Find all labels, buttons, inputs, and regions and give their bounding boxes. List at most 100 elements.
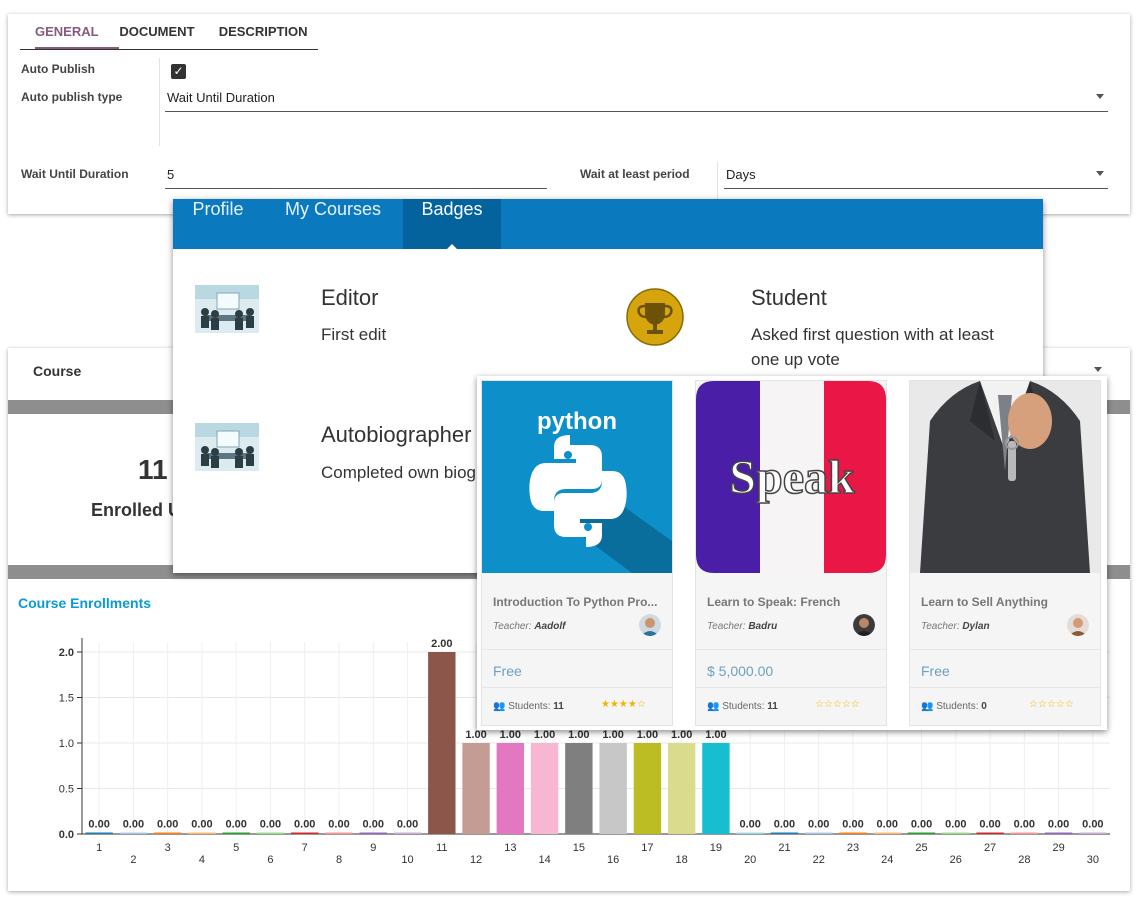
course-settings-panel: GENERAL DOCUMENT DESCRIPTION Auto Publis… bbox=[8, 14, 1130, 214]
students-count: 👥 Students: 0 bbox=[921, 701, 987, 712]
x-tick-label: 19 bbox=[710, 842, 722, 854]
chart-bar bbox=[1010, 832, 1039, 834]
rating-stars: ☆☆☆☆☆ bbox=[1029, 699, 1074, 710]
x-tick-label: 26 bbox=[950, 854, 962, 866]
bar-value-label: 0.00 bbox=[88, 819, 109, 831]
businessman-key bbox=[910, 381, 1100, 573]
bar-value-label: 1.00 bbox=[500, 729, 521, 741]
chevron-down-icon bbox=[1096, 94, 1104, 99]
teacher-info: Teacher: Badru bbox=[707, 621, 777, 632]
bar-value-label: 0.00 bbox=[294, 819, 315, 831]
chart-bar bbox=[942, 832, 970, 834]
chart-bar bbox=[325, 832, 353, 834]
chart-bar bbox=[188, 832, 216, 834]
teacher-info: Teacher: Dylan bbox=[921, 621, 990, 632]
students-value: 11 bbox=[767, 701, 778, 712]
chart-bar bbox=[805, 832, 833, 834]
x-tick-label: 17 bbox=[641, 842, 653, 854]
x-tick-label: 13 bbox=[504, 842, 516, 854]
badge-title: Autobiographer bbox=[321, 422, 472, 447]
x-tick-label: 12 bbox=[470, 854, 482, 866]
bar-value-label: 1.00 bbox=[465, 729, 486, 741]
bar-value-label: 0.00 bbox=[979, 819, 1000, 831]
profile-tabs: Profile My Courses Badges bbox=[173, 199, 1043, 250]
divider bbox=[910, 649, 1100, 650]
french-flag: Speak bbox=[696, 381, 886, 573]
bar-value-label: 0.00 bbox=[157, 819, 178, 831]
bar-value-label: 1.00 bbox=[602, 729, 623, 741]
bar-value-label: 1.00 bbox=[637, 729, 658, 741]
x-tick-label: 15 bbox=[573, 842, 585, 854]
bar-value-label: 0.00 bbox=[363, 819, 384, 831]
auto-publish-type-select[interactable]: Wait Until Duration bbox=[165, 88, 1108, 112]
teacher-name: Aadolf bbox=[534, 621, 566, 632]
meeting-icon bbox=[195, 285, 259, 333]
tab-document[interactable]: DOCUMENT bbox=[119, 20, 218, 49]
x-tick-label: 6 bbox=[267, 854, 273, 866]
tab-general[interactable]: GENERAL bbox=[35, 20, 120, 49]
bar-value-label: 0.00 bbox=[225, 819, 246, 831]
users-icon: 👥 bbox=[493, 701, 506, 712]
teacher-prefix: Teacher: bbox=[493, 621, 532, 632]
chart-bar bbox=[565, 743, 593, 834]
meeting-icon bbox=[195, 423, 259, 471]
chart-bar bbox=[907, 832, 936, 834]
bar-value-label: 0.00 bbox=[911, 819, 932, 831]
badge-description: Asked first question with at least bbox=[751, 325, 994, 344]
chart-bar bbox=[976, 832, 1004, 834]
wait-until-duration-input[interactable]: 5 bbox=[165, 165, 547, 189]
x-tick-label: 3 bbox=[165, 842, 171, 854]
bar-value-label: 0.00 bbox=[191, 819, 212, 831]
x-tick-label: 23 bbox=[847, 842, 859, 854]
chart-bar bbox=[291, 832, 319, 834]
auto-publish-type-label: Auto publish type bbox=[21, 90, 123, 104]
auto-publish-type-value: Wait Until Duration bbox=[167, 90, 275, 105]
course-card[interactable]: python Introduction To Python Pro... Tea… bbox=[481, 380, 673, 726]
course-card[interactable]: Learn to Sell Anything Teacher: Dylan Fr… bbox=[909, 380, 1101, 726]
x-tick-label: 18 bbox=[676, 854, 688, 866]
chart-bar bbox=[1079, 832, 1107, 834]
course-price: $ 5,000.00 bbox=[707, 663, 774, 679]
speak-image-label: Speak bbox=[729, 451, 855, 504]
chart-bar bbox=[633, 743, 662, 834]
chart-bar bbox=[222, 832, 250, 834]
y-tick-label: 1.5 bbox=[59, 693, 74, 705]
chart-bar bbox=[873, 832, 901, 834]
wait-period-select[interactable]: Days bbox=[724, 165, 1108, 189]
tab-profile[interactable]: Profile bbox=[173, 199, 263, 249]
tab-badges[interactable]: Badges bbox=[403, 199, 501, 250]
bar-value-label: 0.00 bbox=[1048, 819, 1069, 831]
chart-bar bbox=[770, 832, 799, 834]
bar-value-label: 0.00 bbox=[774, 819, 795, 831]
tab-description[interactable]: DESCRIPTION bbox=[219, 20, 318, 49]
python-logo: python bbox=[482, 381, 672, 573]
auto-publish-checkbox[interactable]: ✓ bbox=[171, 64, 186, 79]
students-prefix: Students: bbox=[936, 701, 979, 712]
course-title[interactable]: Learn to Speak: French bbox=[707, 595, 840, 609]
x-tick-label: 30 bbox=[1087, 854, 1099, 866]
y-tick-label: 1.0 bbox=[59, 738, 74, 750]
chart-bar bbox=[119, 832, 148, 834]
x-tick-label: 27 bbox=[984, 842, 996, 854]
users-icon: 👥 bbox=[921, 701, 934, 712]
course-title[interactable]: Learn to Sell Anything bbox=[921, 595, 1048, 609]
course-price: Free bbox=[921, 663, 950, 679]
chart-bar bbox=[462, 743, 490, 834]
badge-description: Completed own biog bbox=[321, 463, 476, 482]
bar-value-label: 0.00 bbox=[260, 819, 281, 831]
x-tick-label: 29 bbox=[1052, 842, 1064, 854]
bar-value-label: 0.00 bbox=[1014, 819, 1035, 831]
auto-publish-label: Auto Publish bbox=[21, 62, 95, 76]
bar-value-label: 1.00 bbox=[705, 729, 726, 741]
teacher-name: Badru bbox=[748, 621, 778, 632]
y-tick-label: 0.5 bbox=[59, 784, 74, 796]
x-tick-label: 22 bbox=[813, 854, 825, 866]
students-prefix: Students: bbox=[508, 701, 551, 712]
students-prefix: Students: bbox=[722, 701, 765, 712]
course-card[interactable]: Speak Learn to Speak: French Teacher: Ba… bbox=[695, 380, 887, 726]
chevron-down-icon bbox=[1096, 171, 1104, 176]
tab-my-courses[interactable]: My Courses bbox=[263, 199, 403, 249]
x-tick-label: 14 bbox=[538, 854, 550, 866]
course-title[interactable]: Introduction To Python Pro... bbox=[493, 595, 657, 609]
wait-until-duration-label: Wait Until Duration bbox=[21, 167, 129, 181]
